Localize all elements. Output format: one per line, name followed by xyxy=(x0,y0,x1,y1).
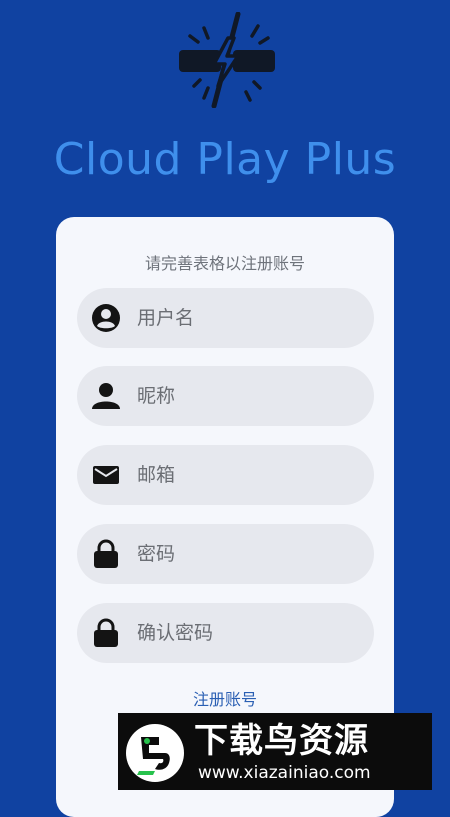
nickname-input[interactable] xyxy=(137,366,357,426)
lock-icon xyxy=(94,618,118,647)
account-circle-icon xyxy=(92,304,120,332)
register-button[interactable]: 注册账号 xyxy=(56,689,394,711)
watermark-title: 下载鸟资源 xyxy=(194,721,369,761)
email-field[interactable] xyxy=(77,445,374,505)
password-input[interactable] xyxy=(137,524,357,584)
nickname-field[interactable] xyxy=(77,366,374,426)
mail-icon xyxy=(93,466,119,484)
username-input[interactable] xyxy=(137,288,357,348)
lock-icon xyxy=(94,539,118,568)
watermark-url: www.xiazainiao.com xyxy=(198,763,371,783)
form-hint: 请完善表格以注册账号 xyxy=(144,254,305,273)
bird-logo-icon xyxy=(126,724,184,782)
watermark-banner: 下载鸟资源 www.xiazainiao.com xyxy=(118,713,432,790)
broken-lightning-icon xyxy=(179,12,275,108)
username-field[interactable] xyxy=(77,288,374,348)
app-title: Cloud Play Plus xyxy=(53,134,397,185)
email-input[interactable] xyxy=(137,445,357,505)
password-field[interactable] xyxy=(77,524,374,584)
confirm-password-input[interactable] xyxy=(137,603,357,663)
confirm-password-field[interactable] xyxy=(77,603,374,663)
person-icon xyxy=(92,383,120,409)
